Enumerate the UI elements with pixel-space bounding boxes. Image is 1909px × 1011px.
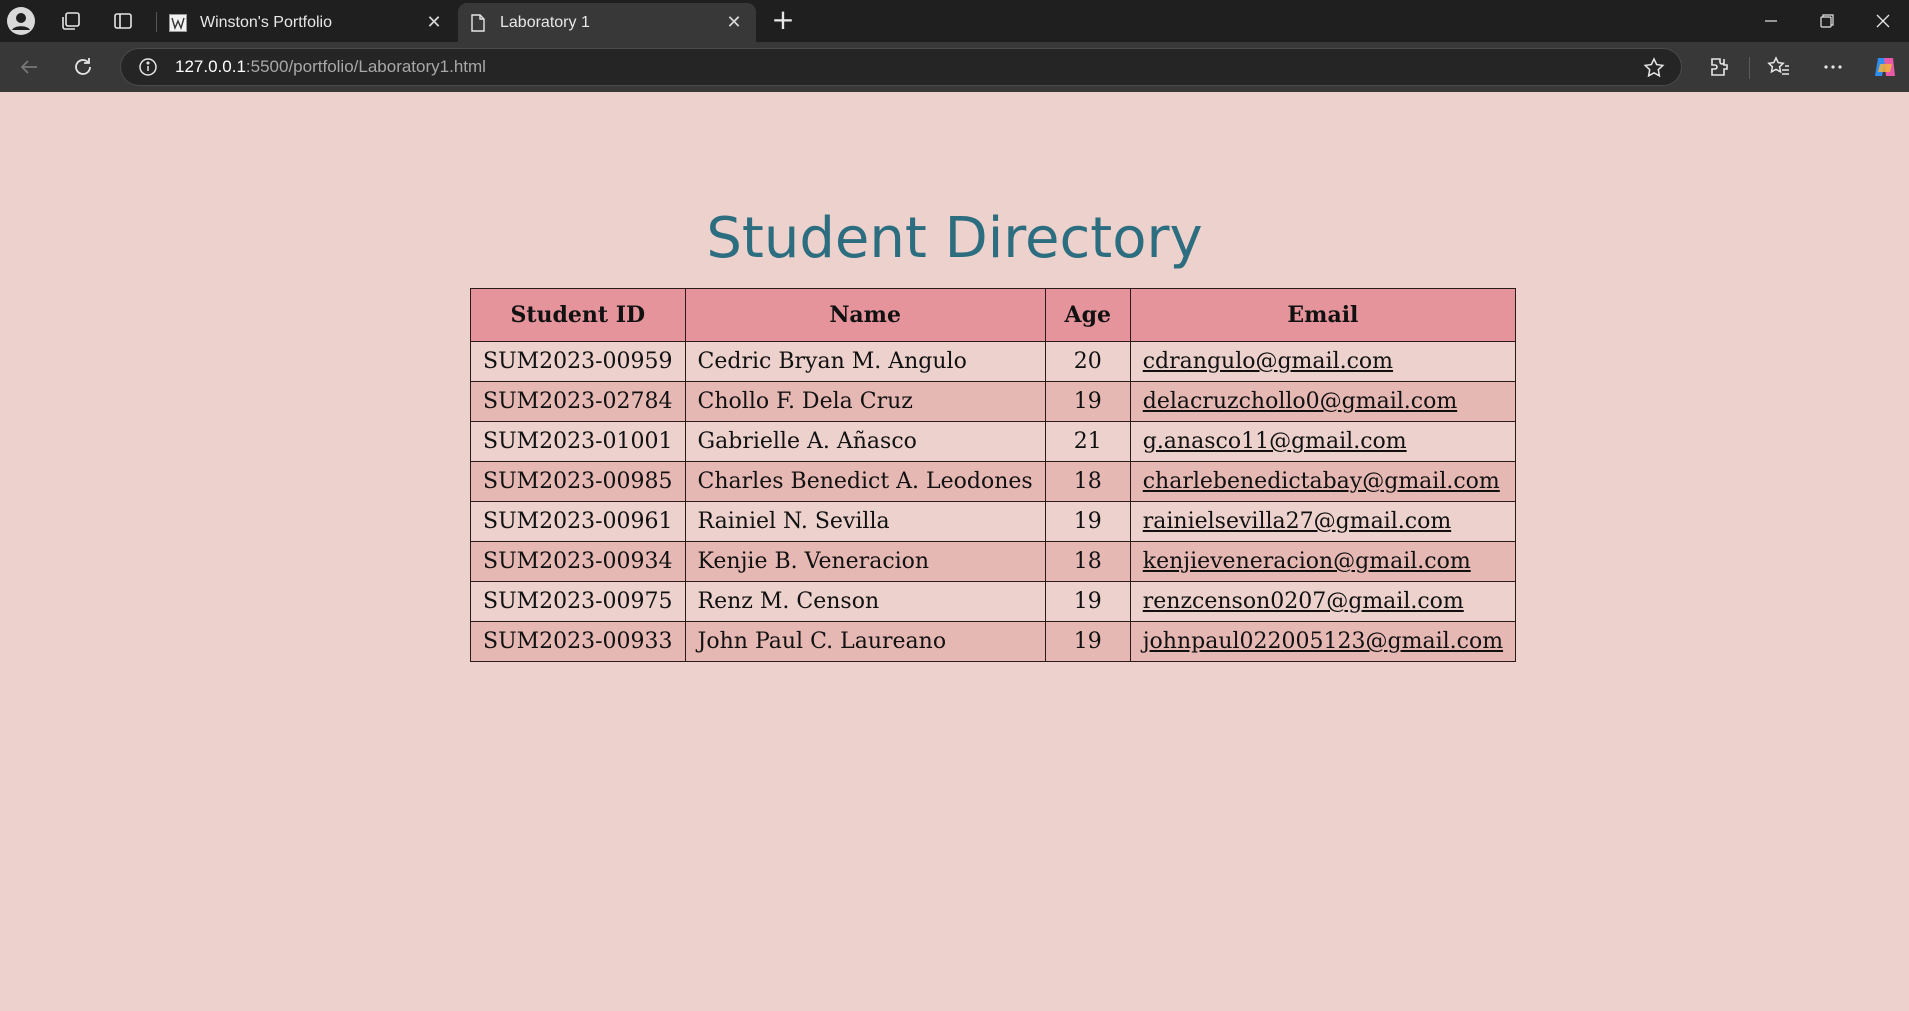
name-cell: Charles Benedict A. Leodones bbox=[684, 461, 1046, 502]
navigation-bar: 127.0.0.1:5500/portfolio/Laboratory1.htm… bbox=[0, 42, 1909, 92]
table-row: SUM2023-00961 Rainiel N. Sevilla 19 rain… bbox=[470, 501, 1517, 542]
email-link[interactable]: cdrangulo@gmail.com bbox=[1143, 349, 1393, 374]
name-cell: Gabrielle A. Añasco bbox=[684, 421, 1046, 462]
table-row: SUM2023-00975 Renz M. Censon 19 renzcens… bbox=[470, 581, 1517, 622]
tab-winstons-portfolio[interactable]: Winston's Portfolio ✕ bbox=[158, 3, 456, 42]
url-host: 127.0.0.1 bbox=[175, 57, 246, 76]
email-cell: renzcenson0207@gmail.com bbox=[1129, 581, 1517, 622]
tab-laboratory-1[interactable]: Laboratory 1 ✕ bbox=[458, 3, 756, 42]
student-id-cell: SUM2023-00959 bbox=[470, 341, 686, 382]
page-title: Student Directory bbox=[706, 206, 1203, 271]
email-cell: johnpaul022005123@gmail.com bbox=[1129, 621, 1517, 662]
tab-actions-icon[interactable] bbox=[108, 6, 138, 36]
favorite-star-icon[interactable] bbox=[1641, 55, 1667, 81]
profile-icon[interactable] bbox=[6, 6, 36, 36]
email-link[interactable]: johnpaul022005123@gmail.com bbox=[1143, 629, 1503, 654]
tab-bar: Winston's Portfolio ✕ Laboratory 1 ✕ + bbox=[0, 0, 1909, 42]
new-tab-icon[interactable]: + bbox=[768, 6, 798, 36]
favorites-icon[interactable] bbox=[1762, 51, 1796, 83]
email-link[interactable]: g.anasco11@gmail.com bbox=[1143, 429, 1407, 454]
age-cell: 21 bbox=[1044, 421, 1131, 462]
age-cell: 20 bbox=[1044, 341, 1131, 382]
column-header-name: Name bbox=[684, 288, 1046, 342]
email-cell: cdrangulo@gmail.com bbox=[1129, 341, 1517, 382]
email-link[interactable]: charlebenedictabay@gmail.com bbox=[1143, 469, 1500, 494]
page-viewport: Student Directory Student ID Name Age Em… bbox=[0, 92, 1909, 1011]
student-id-cell: SUM2023-00985 bbox=[470, 461, 686, 502]
student-id-cell: SUM2023-00934 bbox=[470, 541, 686, 582]
table-header-row: Student ID Name Age Email bbox=[470, 288, 1517, 342]
student-id-cell: SUM2023-00933 bbox=[470, 621, 686, 662]
tab-label: Winston's Portfolio bbox=[200, 13, 332, 31]
name-cell: Renz M. Censon bbox=[684, 581, 1046, 622]
back-icon[interactable] bbox=[12, 51, 46, 83]
student-id-cell: SUM2023-01001 bbox=[470, 421, 686, 462]
email-cell: g.anasco11@gmail.com bbox=[1129, 421, 1517, 462]
name-cell: Kenjie B. Veneracion bbox=[684, 541, 1046, 582]
page-favicon-icon bbox=[468, 13, 488, 33]
extensions-icon[interactable] bbox=[1702, 51, 1736, 83]
email-cell: rainielsevilla27@gmail.com bbox=[1129, 501, 1517, 542]
age-cell: 19 bbox=[1044, 581, 1131, 622]
student-id-cell: SUM2023-02784 bbox=[470, 381, 686, 422]
tab-divider bbox=[156, 12, 157, 32]
refresh-icon[interactable] bbox=[66, 51, 100, 83]
column-header-email: Email bbox=[1129, 288, 1517, 342]
age-cell: 18 bbox=[1044, 461, 1131, 502]
tab-label: Laboratory 1 bbox=[500, 13, 590, 31]
close-tab-icon[interactable]: ✕ bbox=[422, 11, 446, 35]
column-header-age: Age bbox=[1044, 288, 1131, 342]
workspaces-icon[interactable] bbox=[56, 6, 86, 36]
restore-icon[interactable] bbox=[1799, 0, 1855, 42]
age-cell: 19 bbox=[1044, 621, 1131, 662]
email-cell: delacruzchollo0@gmail.com bbox=[1129, 381, 1517, 422]
table-row: SUM2023-02784 Chollo F. Dela Cruz 19 del… bbox=[470, 381, 1517, 422]
email-link[interactable]: kenjieveneracion@gmail.com bbox=[1143, 549, 1471, 574]
close-tab-icon[interactable]: ✕ bbox=[722, 11, 746, 35]
table-row: SUM2023-00934 Kenjie B. Veneracion 18 ke… bbox=[470, 541, 1517, 582]
column-header-student-id: Student ID bbox=[470, 288, 686, 342]
toolbar-divider bbox=[1749, 57, 1750, 79]
name-cell: Cedric Bryan M. Angulo bbox=[684, 341, 1046, 382]
age-cell: 19 bbox=[1044, 501, 1131, 542]
student-id-cell: SUM2023-00975 bbox=[470, 581, 686, 622]
student-directory-table: Student ID Name Age Email SUM2023-00959 … bbox=[470, 288, 1517, 662]
close-window-icon[interactable] bbox=[1855, 0, 1909, 42]
more-options-icon[interactable] bbox=[1816, 51, 1850, 83]
table-row: SUM2023-00985 Charles Benedict A. Leodon… bbox=[470, 461, 1517, 502]
site-info-icon[interactable] bbox=[135, 54, 161, 80]
portfolio-favicon-icon bbox=[168, 13, 188, 33]
email-link[interactable]: rainielsevilla27@gmail.com bbox=[1143, 509, 1451, 534]
name-cell: Chollo F. Dela Cruz bbox=[684, 381, 1046, 422]
age-cell: 19 bbox=[1044, 381, 1131, 422]
student-id-cell: SUM2023-00961 bbox=[470, 501, 686, 542]
minimize-icon[interactable] bbox=[1743, 0, 1799, 42]
name-cell: John Paul C. Laureano bbox=[684, 621, 1046, 662]
table-row: SUM2023-01001 Gabrielle A. Añasco 21 g.a… bbox=[470, 421, 1517, 462]
copilot-icon[interactable] bbox=[1868, 51, 1902, 83]
email-cell: charlebenedictabay@gmail.com bbox=[1129, 461, 1517, 502]
name-cell: Rainiel N. Sevilla bbox=[684, 501, 1046, 542]
address-bar[interactable]: 127.0.0.1:5500/portfolio/Laboratory1.htm… bbox=[120, 48, 1682, 86]
url-path: :5500/portfolio/Laboratory1.html bbox=[245, 57, 486, 76]
email-cell: kenjieveneracion@gmail.com bbox=[1129, 541, 1517, 582]
email-link[interactable]: delacruzchollo0@gmail.com bbox=[1143, 389, 1457, 414]
table-row: SUM2023-00959 Cedric Bryan M. Angulo 20 … bbox=[470, 341, 1517, 382]
table-row: SUM2023-00933 John Paul C. Laureano 19 j… bbox=[470, 621, 1517, 662]
email-link[interactable]: renzcenson0207@gmail.com bbox=[1143, 589, 1464, 614]
age-cell: 18 bbox=[1044, 541, 1131, 582]
url-text[interactable]: 127.0.0.1:5500/portfolio/Laboratory1.htm… bbox=[175, 57, 486, 77]
